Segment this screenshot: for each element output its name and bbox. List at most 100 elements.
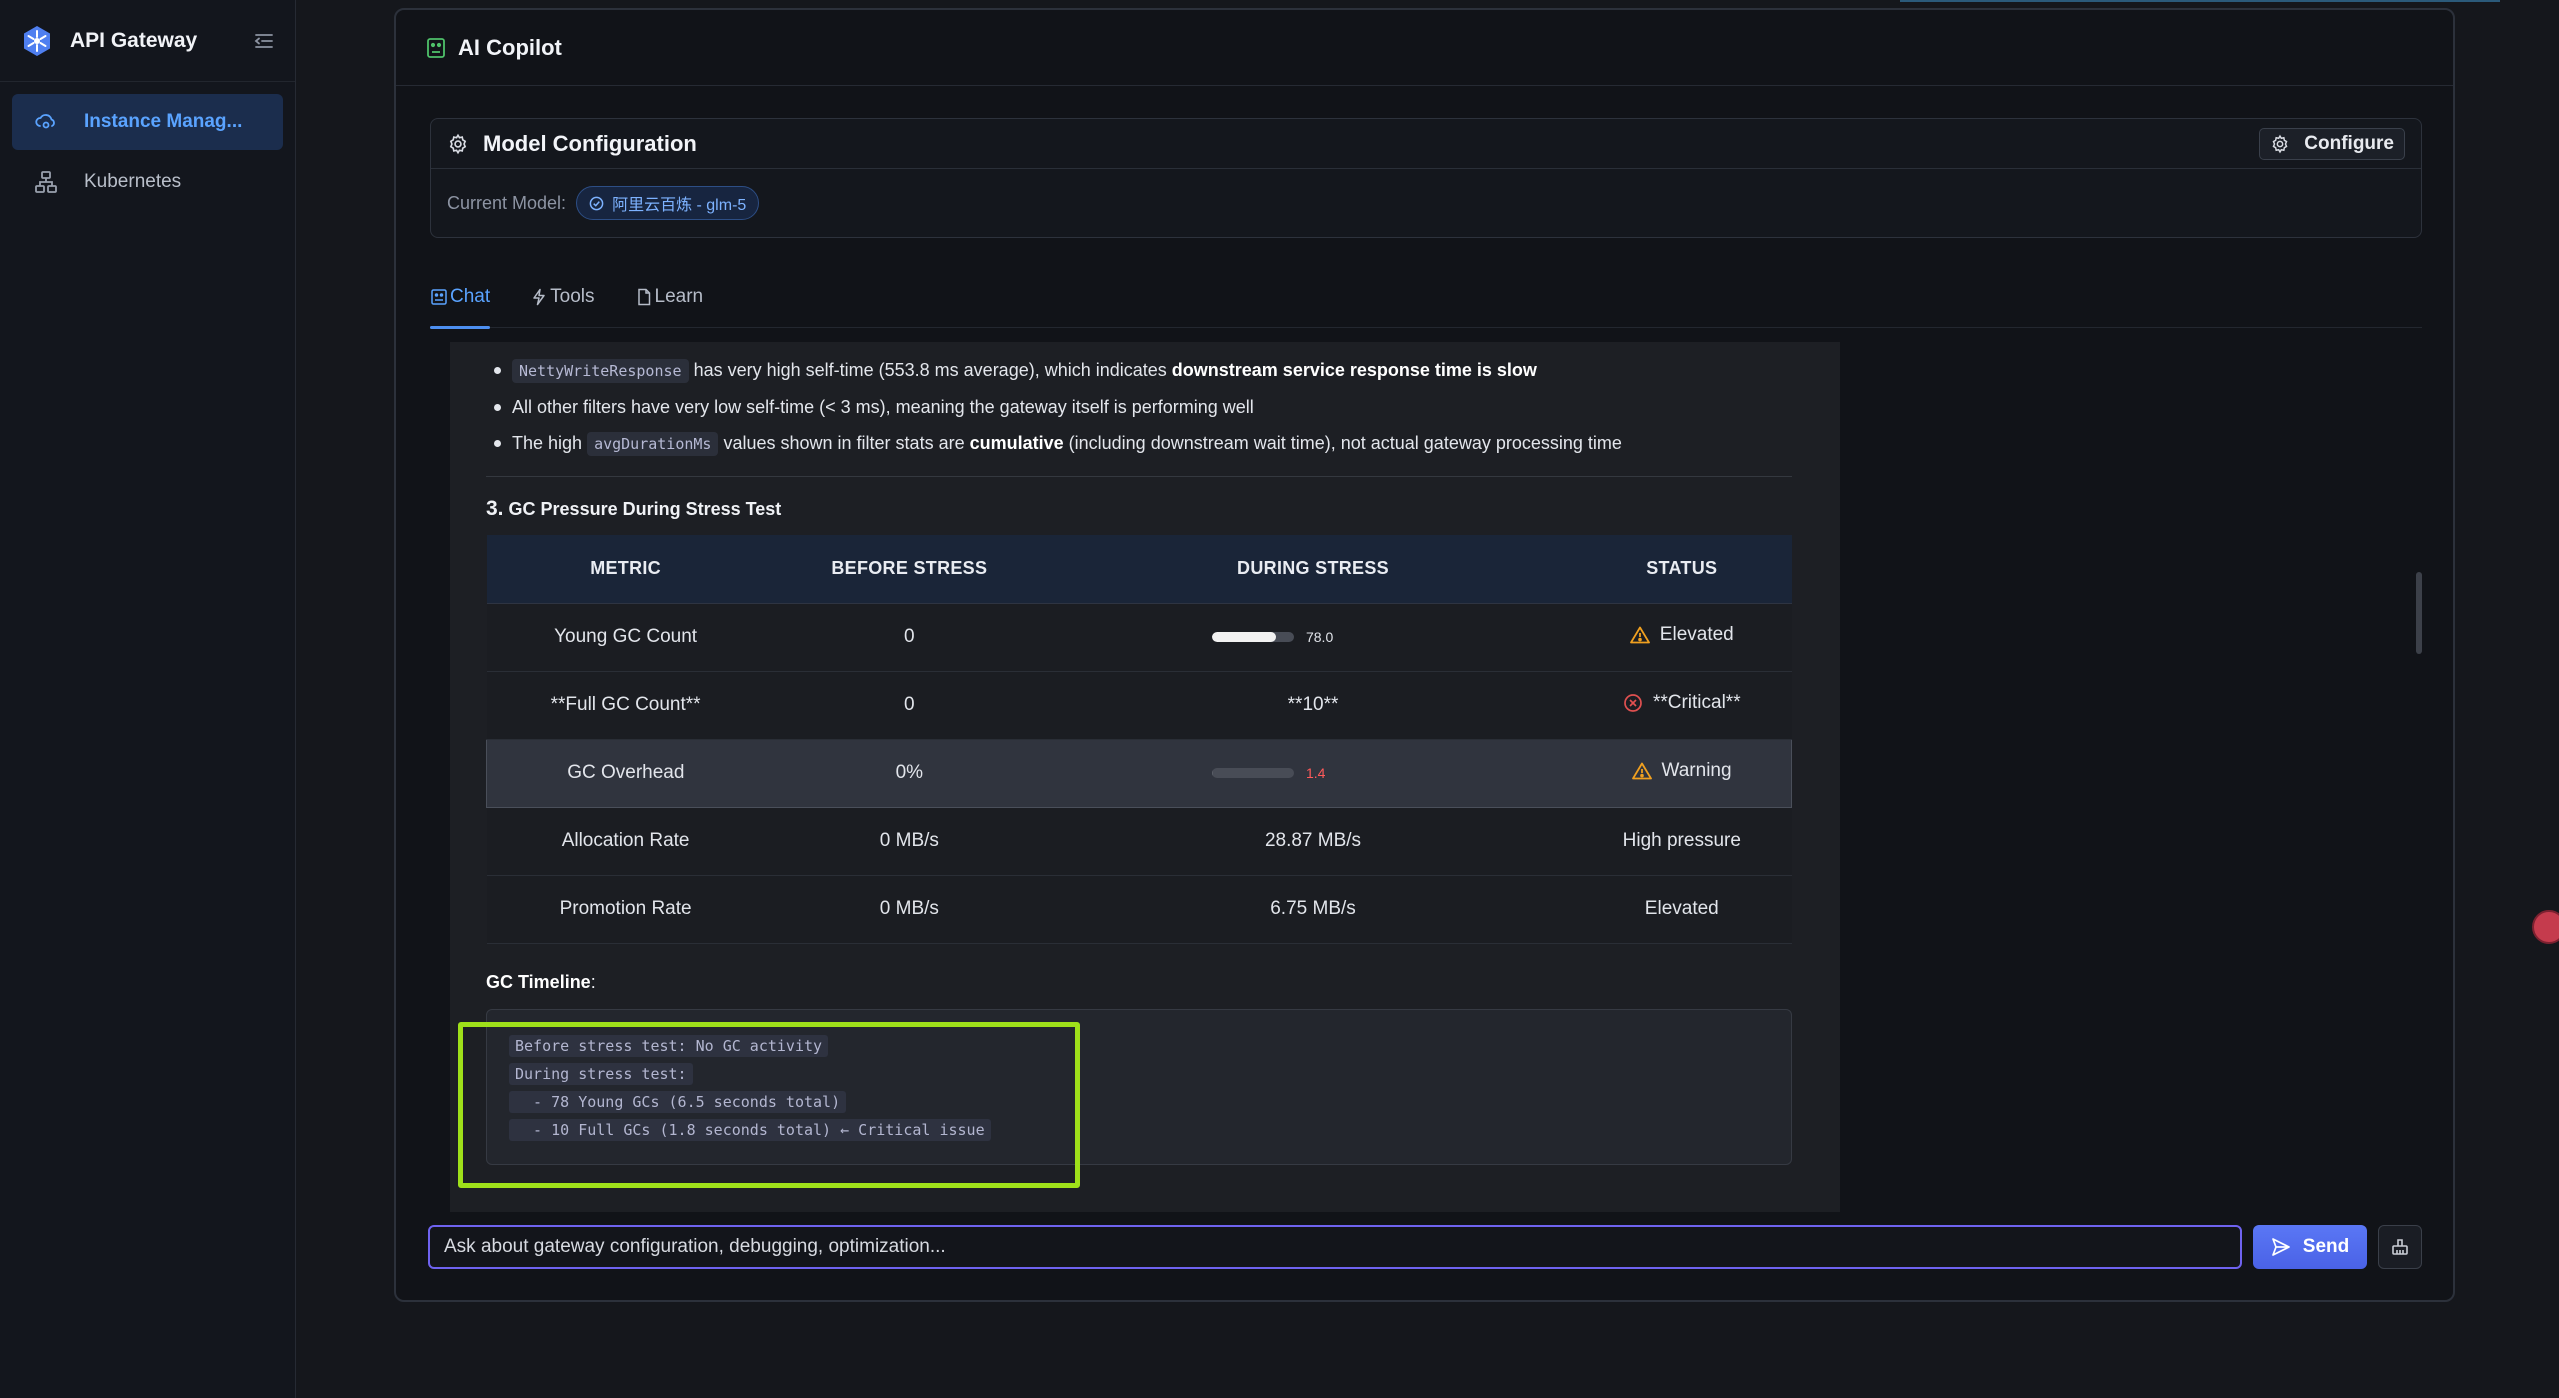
status-cell: Elevated [1572,875,1792,944]
clear-chat-button[interactable] [2378,1225,2422,1269]
before-cell: 0 [764,671,1054,740]
sidebar-item-label: Kubernetes [84,171,182,192]
gear-icon [449,133,467,154]
metric-cell: **Full GC Count** [486,671,765,740]
timeline-label: GC Timeline [486,971,591,992]
table-header-row: METRIC BEFORE STRESS DURING STRESS STATU… [486,535,1792,604]
chat-scrollbar[interactable] [2416,572,2422,654]
progress-fill [1211,768,1214,778]
table-row: Promotion Rate 0 MB/s 6.75 MB/s Elevated [486,875,1792,944]
before-cell: 0 [764,603,1054,672]
bullet-text: All other filters have very low self-tim… [512,397,1254,417]
cloud-gear-icon [35,114,55,129]
inline-code: avgDurationMs [587,432,719,456]
progress-bar [1211,768,1294,778]
progress-fill [1211,632,1276,642]
model-config-title: Model Configuration [483,130,697,156]
during-cell: 78.0 [1053,603,1573,672]
sidebar: API Gateway Instance Manag... Kubernetes [0,0,296,1398]
broom-icon [2392,1239,2408,1255]
gc-metrics-table: METRIC BEFORE STRESS DURING STRESS STATU… [485,535,1793,944]
code-text: - 10 Full GCs (1.8 seconds total) ← Crit… [509,1118,991,1141]
metric-cell: Allocation Rate [486,807,765,876]
tab-label: Tools [550,286,595,307]
status-text: Elevated [1659,624,1734,645]
table-row: GC Overhead 0% 1.4 Warning [485,738,1793,808]
copilot-icon [427,37,445,58]
bullet-text: values shown in filter stats are [718,433,970,453]
tab-learn[interactable]: Learn [635,266,704,328]
code-line: Before stress test: No GC activity [509,1032,1769,1060]
tab-tools[interactable]: Tools [530,266,595,328]
tab-bar: Chat Tools Learn [430,266,2422,329]
code-line: - 10 Full GCs (1.8 seconds total) ← Crit… [509,1116,1769,1144]
list-item: The high avgDurationMs values shown in f… [486,425,1792,462]
current-model-label: Current Model: [447,192,567,213]
during-cell: **10** [1053,671,1573,740]
gc-timeline-heading: GC Timeline: [486,972,1792,993]
sidebar-nav: Instance Manag... Kubernetes [0,82,295,226]
chat-input-wrapper [428,1225,2242,1269]
assistant-message: NettyWriteResponse has very high self-ti… [485,342,1793,1165]
code-line: - 78 Young GCs (6.5 seconds total) [509,1088,1769,1116]
chat-message-area[interactable]: NettyWriteResponse has very high self-ti… [450,342,1840,1212]
metric-cell: GC Overhead [485,738,765,808]
column-header: STATUS [1572,535,1792,604]
code-line: During stress test: [509,1060,1769,1088]
before-cell: 0% [764,738,1054,808]
metric-cell: Promotion Rate [486,875,765,944]
tab-label: Learn [654,286,704,307]
progress-bar [1211,632,1294,642]
status-text: Warning [1661,760,1732,781]
divider [486,476,1792,477]
error-circle-icon [1624,693,1642,712]
list-item: NettyWriteResponse has very high self-ti… [486,352,1792,389]
progress-value: 78.0 [1305,629,1334,645]
table-row: **Full GC Count** 0 **10** **Critical** [486,671,1792,740]
column-header: BEFORE STRESS [764,535,1054,604]
bullet-text: The high [512,433,588,453]
document-icon [637,288,650,306]
configure-button[interactable]: Configure [2259,127,2405,160]
cluster-icon [35,171,57,193]
section-heading: 3. GC Pressure During Stress Test [486,497,1792,521]
status-cell: **Critical** [1572,671,1792,740]
bullet-bold: downstream service response time is slow [1171,360,1537,380]
menu-collapse-icon[interactable] [253,30,275,52]
warning-icon [1631,762,1652,780]
bullet-text: (including downstream wait time), not ac… [1063,433,1622,453]
floating-assistant-button[interactable] [2532,910,2559,944]
tab-chat[interactable]: Chat [430,266,491,329]
during-cell: 28.87 MB/s [1053,807,1573,876]
sidebar-item-instance-management[interactable]: Instance Manag... [12,94,283,150]
status-text: **Critical** [1652,691,1741,713]
status-cell: Warning [1572,738,1793,808]
top-accent-line [1900,0,2500,2]
model-card-header: Model Configuration Configure [431,119,2421,169]
bullet-bold: cumulative [969,433,1064,453]
section-title: GC Pressure During Stress Test [508,499,782,519]
brand: API Gateway [0,0,295,82]
send-button[interactable]: Send [2253,1225,2367,1269]
panel-title: AI Copilot [458,34,562,60]
sidebar-item-label: Instance Manag... [84,111,243,132]
table-row: Allocation Rate 0 MB/s 28.87 MB/s High p… [486,807,1792,876]
current-model-chip: 阿里云百炼 - glm-5 [576,186,760,220]
gear-icon [2272,134,2288,153]
before-cell: 0 MB/s [764,807,1054,876]
check-circle-icon [589,196,604,210]
sidebar-item-kubernetes[interactable]: Kubernetes [12,154,283,210]
during-cell: 6.75 MB/s [1053,875,1573,944]
send-label: Send [2302,1236,2350,1257]
analysis-bullets: NettyWriteResponse has very high self-ti… [486,352,1792,462]
section-number: 3. [486,497,504,520]
send-icon [2271,1238,2290,1256]
model-card-body: Current Model: 阿里云百炼 - glm-5 [431,169,2421,237]
bullet-text: has very high self-time (553.8 ms averag… [688,360,1172,380]
chat-icon [431,289,447,305]
before-cell: 0 MB/s [764,875,1054,944]
configure-label: Configure [2304,132,2394,154]
warning-icon [1629,626,1650,644]
table-row: Young GC Count 0 78.0 Elevated [486,603,1792,672]
chat-input[interactable] [430,1227,2240,1267]
